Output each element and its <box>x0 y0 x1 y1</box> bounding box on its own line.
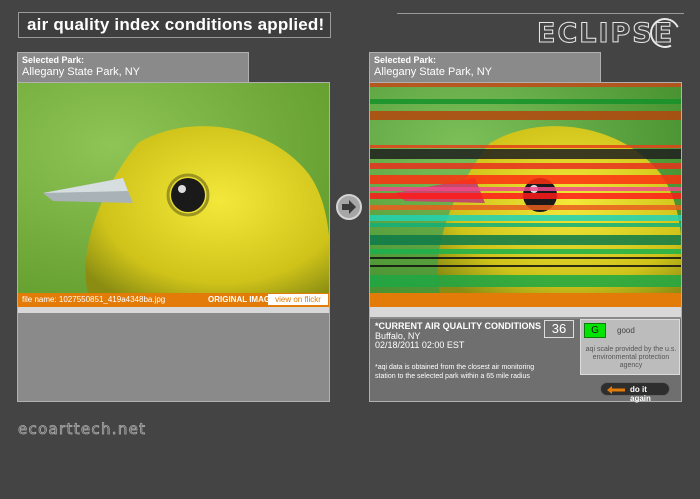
page-title: air quality index conditions applied! <box>27 15 325 34</box>
aqi-category-badge: G <box>584 323 606 338</box>
do-it-again-label: do it again <box>630 385 651 403</box>
caption-bar: file name: 1027550851_419a4348ba.jpg ORI… <box>18 293 329 307</box>
header-rule <box>397 13 684 14</box>
eclipse-logo: ECLIPSE <box>536 13 687 53</box>
aqi-category-label: good <box>617 326 635 335</box>
aq-title: *CURRENT AIR QUALITY CONDITIONS <box>375 321 542 331</box>
park-name: Allegany State Park, NY <box>22 66 141 78</box>
caption-bar <box>370 293 681 307</box>
do-it-again-button[interactable]: do it again <box>600 382 670 403</box>
park-tab: Selected Park: Allegany State Park, NY <box>369 52 601 82</box>
processed-photo <box>370 83 681 293</box>
park-label: Selected Park: <box>374 55 437 65</box>
air-quality-panel: *CURRENT AIR QUALITY CONDITIONS Buffalo,… <box>370 319 681 403</box>
image-frame: *CURRENT AIR QUALITY CONDITIONS Buffalo,… <box>369 82 682 403</box>
arrow-right-icon <box>336 194 362 220</box>
original-image-label: ORIGINAL IMAGE <box>208 295 276 304</box>
site-link[interactable]: ecoarttech.net <box>18 420 146 439</box>
park-name: Allegany State Park, NY <box>374 66 493 78</box>
image-frame: file name: 1027550851_419a4348ba.jpg ORI… <box>17 82 330 402</box>
park-label: Selected Park: <box>22 55 85 65</box>
aqi-value: 36 <box>544 320 574 338</box>
divider-strip <box>370 307 681 317</box>
aq-date: 02/18/2011 02:00 EST <box>375 340 465 350</box>
view-on-flickr-button[interactable]: view on flickr <box>268 294 328 305</box>
aqi-scale-note: aqi scale provided by the u.s. environme… <box>585 346 677 369</box>
original-photo <box>18 83 329 293</box>
page-title-bar: air quality index conditions applied! <box>18 12 331 38</box>
park-tab: Selected Park: Allegany State Park, NY <box>17 52 249 82</box>
divider-strip <box>18 307 329 313</box>
file-name: file name: 1027550851_419a4348ba.jpg <box>22 295 166 304</box>
aq-footnote: *aqi data is obtained from the closest a… <box>375 364 535 380</box>
arrow-left-icon <box>607 386 625 394</box>
aqi-scale-box: G good aqi scale provided by the u.s. en… <box>580 319 680 375</box>
